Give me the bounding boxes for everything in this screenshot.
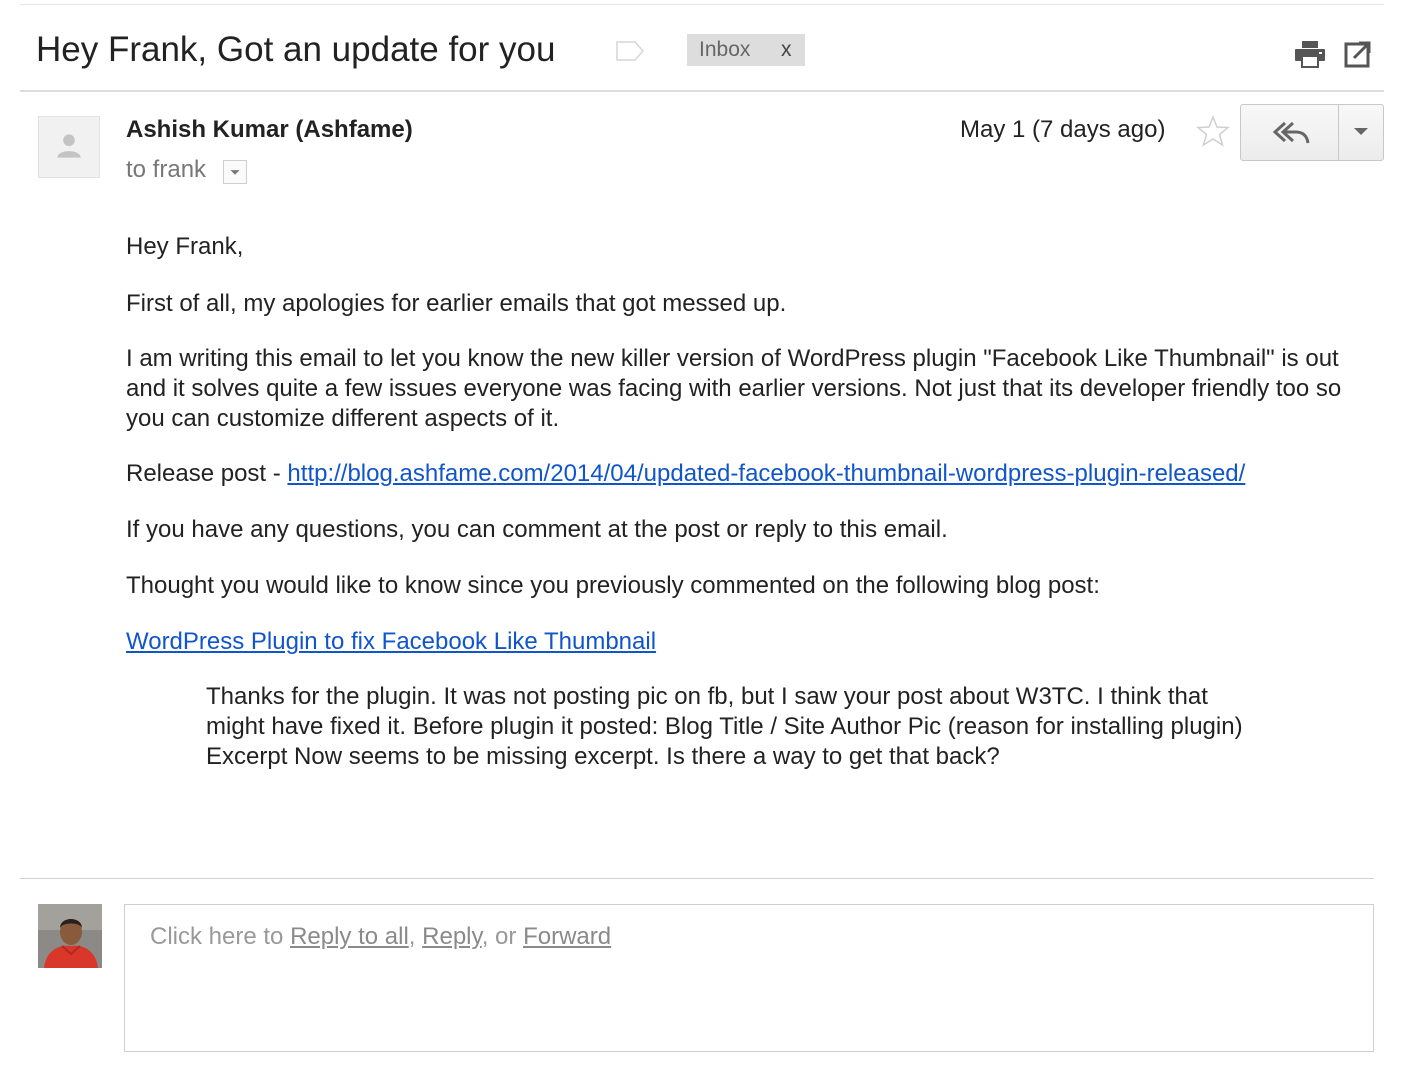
body-paragraph: I am writing this email to let you know … <box>126 345 1342 432</box>
reply-prompt-prefix: Click here to <box>150 923 291 950</box>
reply-sep-1: , <box>408 923 423 950</box>
inbox-label-chip[interactable]: Inbox x <box>687 34 805 66</box>
inbox-label-text: Inbox <box>699 38 751 61</box>
new-window-icon[interactable] <box>1344 40 1372 68</box>
sender-avatar <box>38 116 100 178</box>
body-paragraph: If you have any questions, you can comme… <box>126 516 948 543</box>
release-post-link[interactable]: http://blog.ashfame.com/2014/04/updated-… <box>287 460 1245 487</box>
reply-prompt: Click here to Reply to all, Reply, or Fo… <box>150 923 611 951</box>
remove-label-button[interactable]: x <box>781 34 792 66</box>
reply-box[interactable]: Click here to Reply to all, Reply, or Fo… <box>124 904 1374 1052</box>
reply-link[interactable]: Reply <box>422 923 482 950</box>
print-icon[interactable] <box>1294 40 1326 68</box>
top-divider <box>20 4 1384 5</box>
release-post-line: Release post - http://blog.ashfame.com/2… <box>126 459 1245 489</box>
forward-link[interactable]: Forward <box>523 923 611 950</box>
reply-to-all-link[interactable]: Reply to all <box>290 923 409 950</box>
body-paragraph: First of all, my apologies for earlier e… <box>126 290 787 317</box>
email-subject: Hey Frank, Got an update for you <box>36 30 556 69</box>
user-avatar <box>38 904 102 968</box>
label-tag-icon[interactable] <box>616 41 644 61</box>
reply-sep-2: , or <box>481 923 524 950</box>
quoted-comment: Thanks for the plugin. It was not postin… <box>206 683 1243 770</box>
release-post-prefix: Release post - <box>126 460 288 487</box>
recipient-line: to frank <box>126 156 207 183</box>
chevron-down-icon <box>1354 128 1368 135</box>
star-icon[interactable] <box>1196 114 1230 148</box>
message-date: May 1 (7 days ago) <box>960 116 1166 143</box>
sender-name[interactable]: Ashish Kumar (Ashfame) <box>126 116 413 144</box>
person-placeholder-icon <box>57 134 81 158</box>
blog-post-link[interactable]: WordPress Plugin to fix Facebook Like Th… <box>126 628 656 655</box>
subject-header: Hey Frank, Got an update for you Inbox x <box>36 26 1376 78</box>
reply-divider <box>20 878 1374 879</box>
more-actions-button[interactable] <box>1339 105 1383 160</box>
body-paragraph: Thought you would like to know since you… <box>126 572 1100 599</box>
show-details-button[interactable] <box>223 160 247 184</box>
chevron-down-icon <box>230 170 240 175</box>
reply-all-button[interactable] <box>1241 105 1338 160</box>
reply-all-icon <box>1272 121 1310 144</box>
subject-divider <box>20 90 1384 92</box>
body-greeting: Hey Frank, <box>126 233 244 260</box>
reply-button-group <box>1240 104 1384 161</box>
user-photo <box>38 904 102 968</box>
